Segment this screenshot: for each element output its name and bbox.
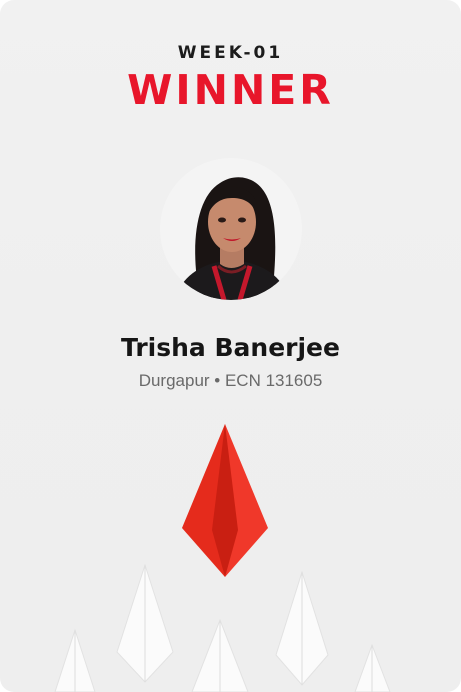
person-photo <box>174 177 290 300</box>
paper-planes-illustration <box>54 424 391 692</box>
white-paper-airplane-icon <box>54 563 391 692</box>
winner-card: WEEK-01 WINNER Trisha Banerjee Durgapur … <box>0 0 461 692</box>
red-paper-airplane-icon <box>182 424 268 577</box>
winner-name: Trisha Banerjee <box>121 333 340 362</box>
winner-title: WINNER <box>127 66 334 114</box>
week-label: WEEK-01 <box>177 43 284 63</box>
avatar <box>160 158 302 300</box>
winner-meta: Durgapur • ECN 131605 <box>138 371 323 390</box>
